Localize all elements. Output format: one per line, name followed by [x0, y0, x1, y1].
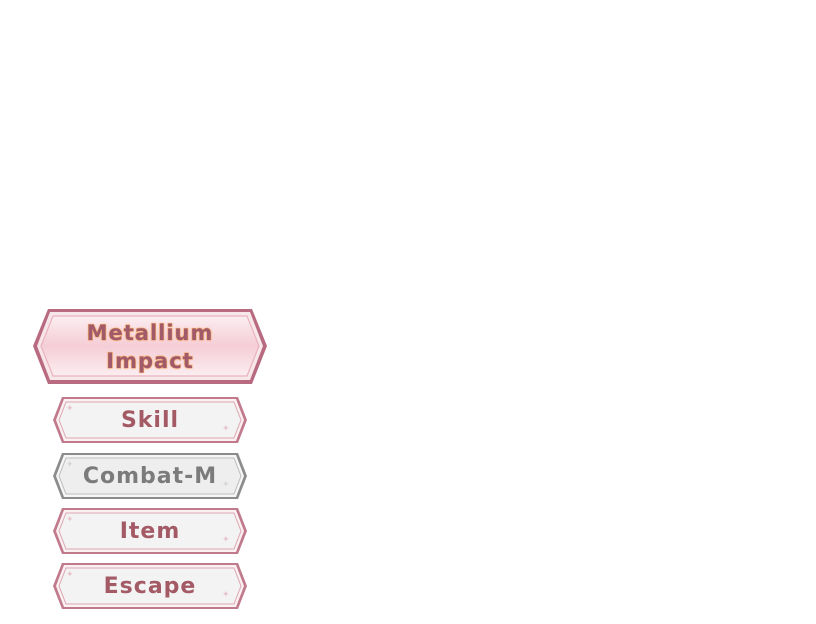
- skill-button-label: Skill: [120, 407, 180, 433]
- title-line-2: Impact: [106, 349, 194, 374]
- combat-m-button[interactable]: ✦ ✦ Combat-M: [52, 452, 248, 500]
- skill-button[interactable]: ✦ ✦ Skill: [52, 396, 248, 444]
- item-button-label: Item: [119, 518, 181, 544]
- escape-button[interactable]: ✦ ✦ Escape: [52, 562, 248, 610]
- combat-m-button-label: Combat-M: [82, 463, 218, 489]
- skill-title-banner: Metallium Impact: [32, 308, 268, 386]
- escape-button-label: Escape: [103, 573, 197, 599]
- title-line-1: Metallium: [86, 321, 214, 346]
- item-button[interactable]: ✦ ✦ Item: [52, 507, 248, 555]
- game-screen: Metallium Impact ✦ ✦ Skill ✦ ✦ Combat-M: [0, 0, 816, 624]
- title-text: Metallium Impact: [32, 308, 268, 386]
